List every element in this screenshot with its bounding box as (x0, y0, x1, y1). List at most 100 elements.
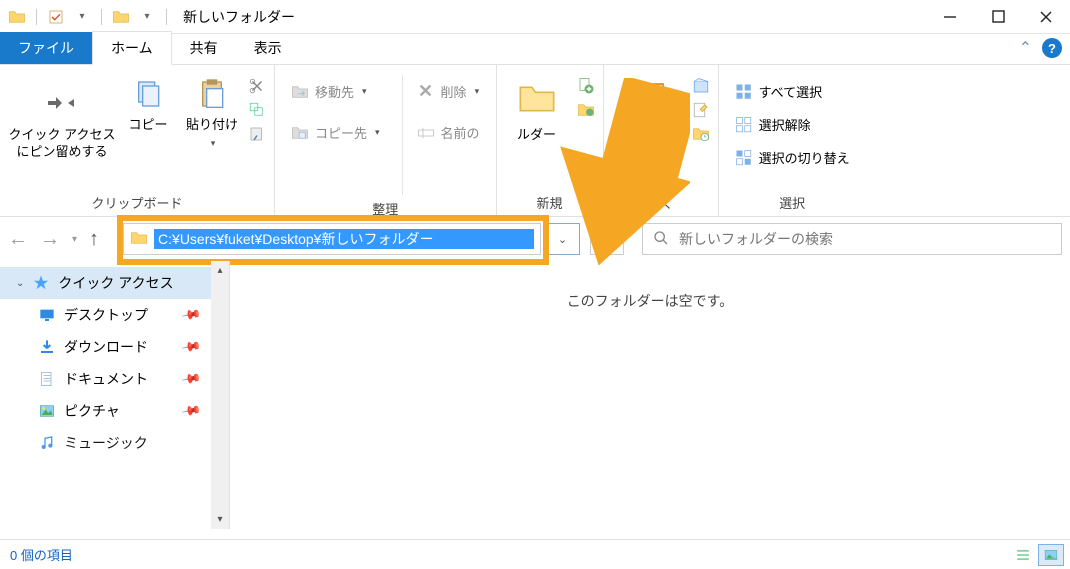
move-to-button[interactable]: 移動先 ▾ (287, 79, 384, 104)
tab-view[interactable]: 表示 (236, 32, 300, 64)
edit-icon[interactable] (692, 101, 710, 119)
address-input[interactable] (154, 229, 534, 249)
address-bar[interactable] (123, 223, 541, 255)
pin-icon: 📌 (180, 400, 202, 422)
folder-content: このフォルダーは空です。 (230, 261, 1070, 529)
copy-to-button[interactable]: コピー先 ▾ (287, 120, 384, 145)
tab-home[interactable]: ホーム (92, 31, 172, 65)
music-icon (38, 434, 56, 452)
invert-selection-label: 選択の切り替え (759, 148, 850, 167)
new-folder-icon (513, 75, 561, 123)
body-area: ⌄ クイック アクセス デスクトップ 📌 ダウンロード 📌 ドキュメント 📌 (0, 261, 1070, 529)
recent-dropdown-icon[interactable]: ▾ (72, 234, 77, 245)
navigation-bar: ← → ▾ ↑ ⌄ → (0, 217, 1070, 261)
search-input[interactable] (679, 231, 1051, 247)
ribbon-tabs: ファイル ホーム 共有 表示 ⌃ ? (0, 34, 1070, 65)
ribbon-group-open: プロパティ ▾ 開く (604, 65, 719, 216)
open-icon[interactable] (692, 77, 710, 95)
group-label-select: 選択 (779, 189, 805, 216)
sidebar-item-documents[interactable]: ドキュメント 📌 (0, 363, 229, 395)
move-to-icon (291, 83, 309, 101)
paste-icon (193, 75, 231, 113)
collapse-ribbon-icon[interactable]: ⌃ (1019, 38, 1032, 58)
maximize-button[interactable] (974, 0, 1022, 33)
help-icon[interactable]: ? (1042, 38, 1062, 58)
pin-icon (38, 75, 86, 123)
up-button[interactable]: ↑ (89, 228, 99, 251)
arrow-right-icon: → (598, 229, 616, 250)
minimize-button[interactable] (926, 0, 974, 33)
download-icon (38, 338, 56, 356)
new-item-icon[interactable] (577, 77, 595, 95)
sidebar-item-music[interactable]: ミュージック (0, 427, 229, 459)
sidebar-item-label: クイック アクセス (58, 273, 173, 293)
new-folder-button[interactable]: ルダー (505, 75, 569, 144)
forward-button[interactable]: → (40, 228, 60, 251)
qat-properties-icon[interactable] (45, 6, 67, 28)
sidebar-item-label: デスクトップ (64, 305, 148, 325)
copy-to-label: コピー先 (315, 123, 367, 142)
scroll-down-icon[interactable]: ▾ (217, 510, 222, 529)
sidebar-item-label: ダウンロード (64, 337, 148, 357)
sidebar-scrollbar[interactable]: ▴ ▾ (211, 261, 229, 529)
window-title: 新しいフォルダー (183, 7, 295, 27)
search-box[interactable] (642, 223, 1062, 255)
sidebar-item-quick-access[interactable]: ⌄ クイック アクセス (0, 267, 229, 299)
rename-icon (417, 124, 435, 142)
rename-label: 名前の (441, 123, 480, 142)
pin-label: クイック アクセス にピン留めする (9, 127, 116, 161)
tab-share[interactable]: 共有 (172, 32, 236, 64)
sidebar-item-label: ドキュメント (64, 369, 148, 389)
paste-button[interactable]: 貼り付け ▾ (180, 75, 244, 150)
invert-selection-button[interactable]: 選択の切り替え (731, 145, 854, 170)
copy-button[interactable]: コピー (120, 75, 176, 134)
copy-path-icon[interactable] (248, 101, 266, 119)
close-button[interactable] (1022, 0, 1070, 33)
scroll-up-icon[interactable]: ▴ (217, 261, 222, 280)
view-details-button[interactable] (1010, 544, 1036, 566)
folder-icon (130, 229, 148, 250)
go-button[interactable]: → (590, 223, 624, 255)
pin-icon: 📌 (180, 304, 202, 326)
sidebar-item-pictures[interactable]: ピクチャ 📌 (0, 395, 229, 427)
delete-button[interactable]: ✕ 削除 ▾ (413, 79, 484, 104)
ribbon: クイック アクセス にピン留めする コピー 貼り付け ▾ クリップボード (0, 65, 1070, 217)
copy-label: コピー (128, 117, 167, 134)
history-icon[interactable] (692, 125, 710, 143)
pin-to-quick-access-button[interactable]: クイック アクセス にピン留めする (8, 75, 116, 161)
paste-label: 貼り付け (186, 117, 238, 134)
group-label-open: 開く (648, 189, 674, 216)
navigation-pane: ⌄ クイック アクセス デスクトップ 📌 ダウンロード 📌 ドキュメント 📌 (0, 261, 230, 529)
properties-label: プロパティ (615, 127, 679, 144)
sidebar-item-desktop[interactable]: デスクトップ 📌 (0, 299, 229, 331)
delete-icon: ✕ (417, 83, 435, 101)
chevron-dropdown-icon[interactable]: ▾ (136, 6, 158, 28)
chevron-down-icon: ▾ (475, 86, 480, 97)
tree: ⌄ クイック アクセス デスクトップ 📌 ダウンロード 📌 ドキュメント 📌 (0, 261, 229, 459)
search-icon (653, 230, 669, 249)
select-none-label: 選択解除 (759, 115, 811, 134)
sidebar-item-downloads[interactable]: ダウンロード 📌 (0, 331, 229, 363)
view-large-icons-button[interactable] (1038, 544, 1064, 566)
ribbon-group-clipboard: クイック アクセス にピン留めする コピー 貼り付け ▾ クリップボード (0, 65, 275, 216)
chevron-down-icon: ⌄ (16, 278, 24, 289)
pin-icon: 📌 (180, 368, 202, 390)
tab-file[interactable]: ファイル (0, 32, 92, 64)
desktop-icon (38, 306, 56, 324)
easy-access-icon[interactable] (577, 101, 595, 119)
sidebar-item-label: ピクチャ (64, 401, 120, 421)
qat-dropdown-icon[interactable]: ▾ (71, 6, 93, 28)
address-history-dropdown[interactable]: ⌄ (546, 223, 580, 255)
back-button[interactable]: ← (8, 228, 28, 251)
cut-icon[interactable] (248, 77, 266, 95)
paste-shortcut-icon[interactable] (248, 125, 266, 143)
ribbon-group-new: ルダー 新規 (497, 65, 604, 216)
copy-icon (129, 75, 167, 113)
group-label-clipboard: クリップボード (91, 189, 182, 216)
select-none-button[interactable]: 選択解除 (731, 112, 854, 137)
rename-button[interactable]: 名前の (413, 120, 484, 145)
select-all-button[interactable]: すべて選択 (731, 79, 854, 104)
pictures-icon (38, 402, 56, 420)
properties-button[interactable]: プロパティ ▾ (612, 75, 684, 160)
select-none-icon (735, 116, 753, 134)
